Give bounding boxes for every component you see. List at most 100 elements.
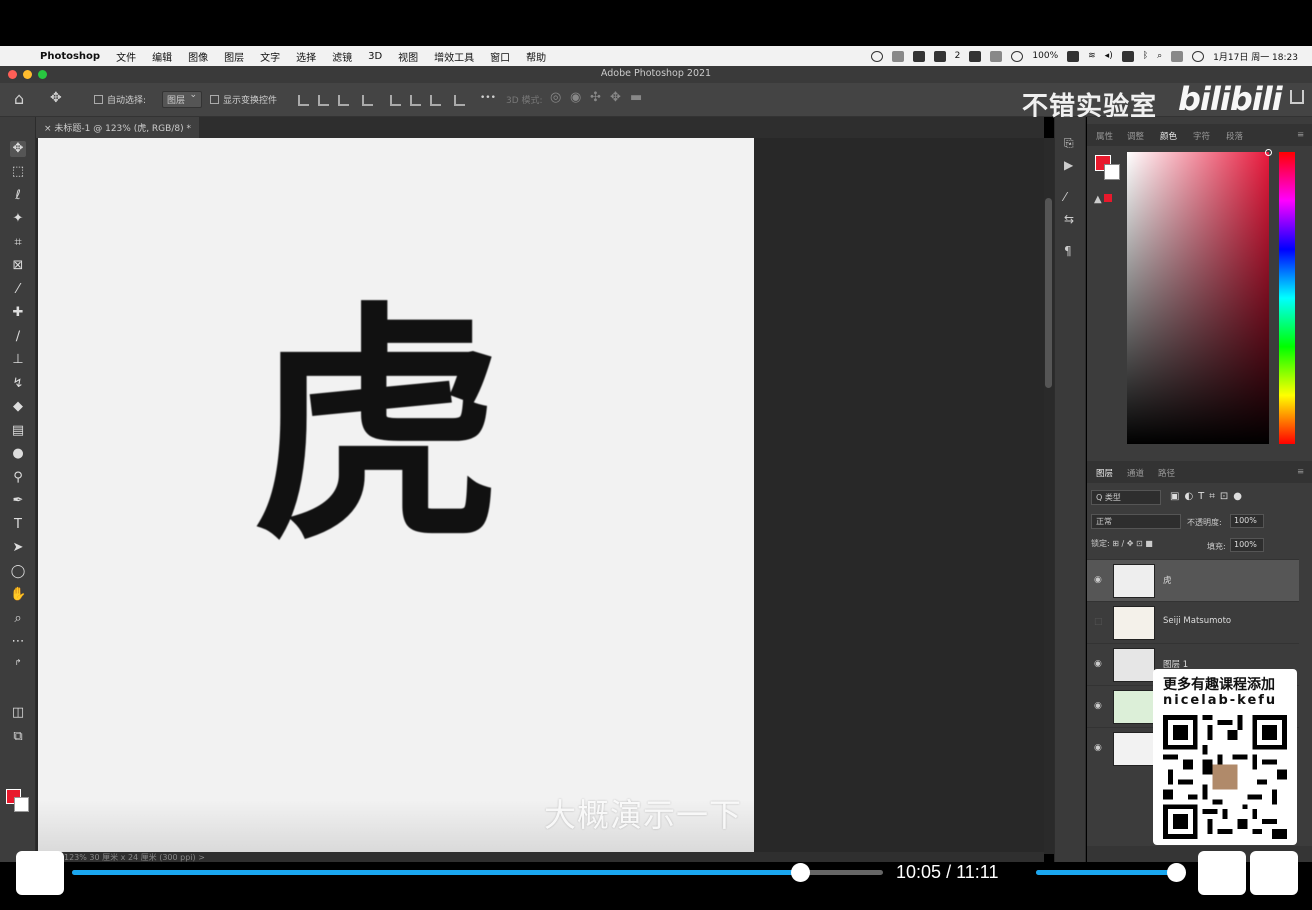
lock-position-icon[interactable]: ✥ [1127,539,1134,548]
lock-artboard-icon[interactable]: ⊡ [1136,539,1143,548]
fill-field[interactable]: 100% [1230,538,1264,552]
layer-row[interactable]: ◉ 虎 [1087,559,1299,601]
type-tool-icon[interactable]: T [10,517,26,533]
settings-button[interactable] [1198,851,1246,895]
move-tool-icon[interactable]: ✥ [10,141,26,157]
color-picker-field[interactable] [1127,149,1272,444]
align-top-icon[interactable] [390,95,401,106]
color-picker-ring[interactable] [1265,149,1272,156]
zoom-tool-icon[interactable]: ⌕ [10,611,26,627]
lock-pixels-icon[interactable]: ⊞ [1112,539,1119,548]
close-tab-icon[interactable]: × [44,124,54,134]
visibility-eye-icon[interactable]: ◉ [1094,701,1102,711]
tab-layers[interactable]: 图层 [1096,467,1113,479]
scrollbar-thumb[interactable] [1045,198,1052,388]
align-center-icon[interactable] [318,95,329,106]
ellipse-tool-icon[interactable]: ◯ [10,564,26,580]
layer-select-dropdown[interactable]: 图层 [162,90,203,108]
canvas-vertical-scrollbar[interactable] [1044,138,1054,854]
progress-track[interactable] [72,870,883,875]
brush-tool-icon[interactable]: ∕ [10,329,26,345]
dodge-tool-icon[interactable]: ⚲ [10,470,26,486]
paragraph-styles-icon[interactable]: ¶ [1064,245,1078,257]
brush-settings-icon[interactable]: ⁄ [1064,191,1078,203]
pen-tool-icon[interactable]: ✒ [10,493,26,509]
fullscreen-button[interactable] [1250,851,1298,895]
quick-mask-icon[interactable]: ◫ [10,705,26,721]
align-middle-icon[interactable] [410,95,421,106]
target-icon[interactable] [1011,50,1024,62]
layers-panel-menu-icon[interactable]: ≡ [1297,467,1304,477]
screen-mode-icon[interactable]: ⧉ [10,729,26,745]
distribute-horizontal-icon[interactable] [454,95,465,106]
volume-track[interactable] [1036,870,1177,875]
layer-row[interactable]: □ Seiji Matsumoto [1087,601,1299,643]
battery-icon[interactable] [1067,50,1080,62]
menu-select[interactable]: 选择 [296,49,316,64]
background-color-swatch[interactable] [14,797,29,812]
3d-slide-icon[interactable]: ✥ [610,90,621,105]
eraser-tool-icon[interactable]: ◆ [10,399,26,415]
crop-tool-icon[interactable]: ⌗ [10,235,26,251]
hand-tool-icon[interactable]: ✋ [10,587,26,603]
menu-layer[interactable]: 图层 [224,49,244,64]
edit-toolbar-icon[interactable]: ⋯ [10,634,26,650]
show-transform-checkbox[interactable]: 显示变换控件 [210,93,277,106]
menubar-clock[interactable]: 1月17日 周一 18:23 [1213,50,1298,63]
adjust-panel-icon[interactable]: ⇆ [1064,213,1078,225]
history-brush-tool-icon[interactable]: ↯ [10,376,26,392]
tab-color[interactable]: 颜色 [1160,130,1177,142]
panel-menu-icon[interactable]: ≡ [1297,130,1304,140]
visibility-eye-icon[interactable]: ◉ [1094,575,1102,585]
share-icon[interactable] [1290,90,1304,104]
layer-filter-dropdown[interactable]: Q 类型 [1091,490,1161,505]
3d-camera-icon[interactable]: ▬ [630,90,642,105]
align-right-icon[interactable] [338,95,349,106]
menu-window[interactable]: 窗口 [490,49,510,64]
volume-icon[interactable]: ◂) [1105,51,1113,61]
siri-icon[interactable] [1192,50,1205,62]
qq-icon[interactable] [969,50,982,62]
gradient-tool-icon[interactable]: ▤ [10,423,26,439]
3d-drag-icon[interactable]: ✣ [590,90,601,105]
swap-colors-icon[interactable]: ↱ [10,655,26,671]
path-selection-tool-icon[interactable]: ➤ [10,540,26,556]
visibility-eye-icon[interactable]: □ [1094,617,1103,627]
healing-brush-tool-icon[interactable]: ✚ [10,305,26,321]
blur-tool-icon[interactable]: ● [10,446,26,462]
spotlight-search-icon[interactable]: ⌕ [1157,51,1162,61]
opacity-field[interactable]: 100% [1230,514,1264,528]
canvas-workspace[interactable]: 虎 [36,138,1044,854]
move-tool-preset-icon[interactable]: ✥ [50,90,62,106]
menu-photoshop[interactable]: Photoshop [40,51,100,62]
cloud-sync-icon[interactable] [870,50,883,62]
history-panel-icon[interactable]: ⎘ [1064,137,1078,149]
tab-properties[interactable]: 属性 [1096,130,1113,142]
home-icon[interactable]: ⌂ [14,89,24,108]
menu-image[interactable]: 图像 [188,49,208,64]
lasso-tool-icon[interactable]: ℓ [10,188,26,204]
actions-panel-icon[interactable]: ▶ [1064,159,1078,171]
eyedropper-tool-icon[interactable]: ⁄ [10,282,26,298]
clone-stamp-tool-icon[interactable]: ⊥ [10,352,26,368]
panel-background-swatch[interactable] [1104,164,1120,180]
align-left-icon[interactable] [298,95,309,106]
tab-character[interactable]: 字符 [1193,130,1210,142]
auto-select-checkbox[interactable]: 自动选择: [94,93,146,106]
document-tab[interactable]: × 未标题-1 @ 123% (虎, RGB/8) * [36,117,199,138]
tab-adjustments[interactable]: 调整 [1127,130,1144,142]
input-method-icon[interactable] [1121,50,1134,62]
tab-channels[interactable]: 通道 [1127,467,1144,479]
menu-help[interactable]: 帮助 [526,49,546,64]
screen-record-icon[interactable] [891,50,904,62]
lock-paint-icon[interactable]: ∕ [1122,539,1125,548]
control-center-icon[interactable] [1171,50,1184,62]
wifi-icon[interactable]: ≋ [1088,51,1096,61]
play-pause-button[interactable] [16,851,64,895]
more-options-button[interactable]: ••• [480,93,496,103]
blend-mode-dropdown[interactable]: 正常 [1091,514,1181,529]
visibility-eye-icon[interactable]: ◉ [1094,743,1102,753]
wechat-icon[interactable] [933,50,946,62]
display-icon[interactable] [990,50,1003,62]
calendar-icon[interactable] [912,50,925,62]
